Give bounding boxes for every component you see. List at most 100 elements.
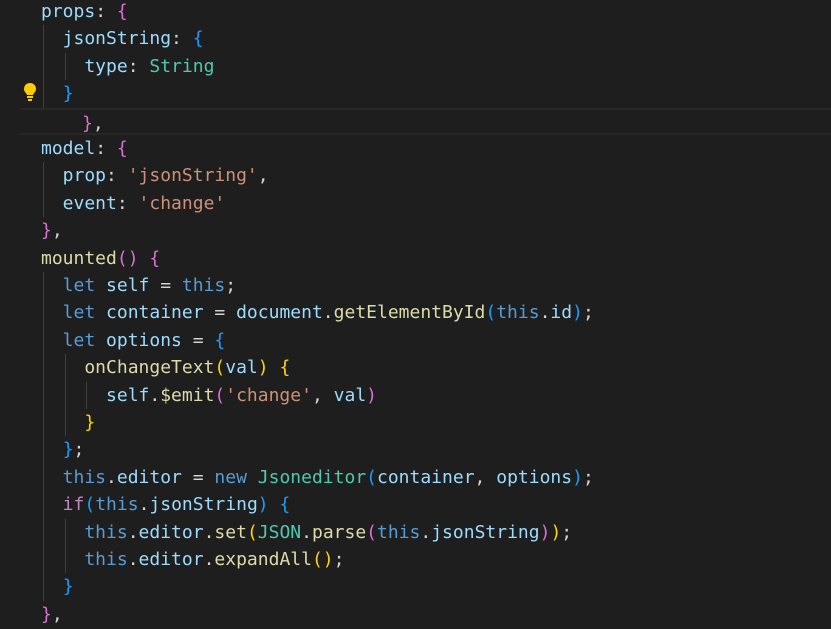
code-token: 'change' [225,384,312,406]
code-token: this [41,549,128,570]
code-token: = [181,466,215,488]
code-token: editor [138,549,204,570]
code-token: { [214,329,226,351]
code-token: ) [572,302,583,324]
code-token: , [92,112,104,134]
code-token: this [377,521,421,543]
code-token: event [41,192,117,214]
code-line[interactable]: } [0,80,831,107]
code-line-text: }, [82,110,104,137]
code-line[interactable]: let container = document.getElementById(… [0,299,831,326]
code-token: , [311,384,334,406]
indent-guide [43,162,44,218]
code-token: model [41,138,96,159]
code-line[interactable]: } [0,573,831,600]
code-token: let [41,275,96,296]
code-line[interactable]: this.editor.expandAll(); [0,546,831,573]
code-line[interactable]: onChangeText(val) { [0,354,831,381]
code-line[interactable]: if(this.jsonString) { [0,491,831,518]
code-line-text: } [41,409,95,436]
code-line[interactable]: model: { [0,135,831,162]
lightbulb-icon[interactable] [22,82,38,102]
code-token: type [41,55,128,77]
code-token: } [62,576,74,598]
code-line-text: } [41,573,74,600]
code-token: Jsoneditor [257,466,367,488]
code-line-text: let container = document.getElementById(… [41,299,594,326]
code-token: () [116,247,139,269]
code-line[interactable]: props: { [0,0,831,25]
code-line[interactable]: mounted() { [0,245,831,272]
code-line[interactable]: }, [20,107,831,137]
code-token: props [41,1,96,22]
code-line-text: props: { [41,0,128,25]
code-token: } [82,112,93,134]
code-line-text: onChangeText(val) { [41,354,290,381]
code-token: expandAll [214,549,312,570]
code-token: id [550,302,573,324]
code-token: let [41,329,96,351]
code-editor[interactable]: props: { jsonString: { type: String }}, m… [0,0,831,629]
indent-guide [64,354,66,437]
code-token: this [41,466,107,488]
code-token: ( [366,521,378,543]
code-token: 'jsonString' [127,165,258,187]
code-token: { [149,247,161,269]
code-token: . [203,549,215,570]
code-token: . [203,521,215,543]
code-token: { [279,494,291,516]
code-token: : [116,192,139,214]
code-token: self [41,384,150,406]
code-line-text: jsonString: { [41,25,204,52]
code-line[interactable]: jsonString: { [0,25,831,52]
code-line[interactable]: this.editor = new Jsoneditor(container, … [0,464,831,491]
code-line[interactable]: } [0,409,831,436]
code-line[interactable]: }, [0,217,831,244]
indent-guide [43,25,44,108]
code-token: options [106,329,182,351]
code-token: , [257,165,269,187]
code-line[interactable]: }, [0,601,831,628]
code-line-text: prop: 'jsonString', [41,162,269,189]
code-token: onChangeText [41,357,215,379]
indent-guide [64,52,66,81]
code-line[interactable]: self.$emit('change', val) [0,382,831,409]
code-token: jsonString [431,521,540,543]
code-token: String [149,55,215,77]
code-token: ) [572,466,583,488]
code-line[interactable]: let options = { [0,327,831,354]
code-token: , [51,220,63,242]
code-line[interactable]: let self = this; [0,272,831,299]
code-line[interactable]: }; [0,436,831,463]
code-token: this [181,275,226,296]
code-line-text: if(this.jsonString) { [41,491,291,518]
code-token: ; [73,439,85,461]
code-token: ; [582,466,594,488]
code-token: } [62,439,74,461]
code-token: : [95,138,117,159]
code-token: . [539,302,551,324]
code-token: self [106,275,150,296]
code-token: ) [366,384,377,406]
code-token: : [127,55,150,77]
code-line-text: let self = this; [41,272,236,299]
code-token: . [420,521,432,543]
code-line-text: type: String [41,53,214,80]
code-line[interactable]: type: String [0,53,831,80]
code-line[interactable]: prop: 'jsonString', [0,162,831,189]
code-token: document [236,302,323,324]
code-token: ( [366,466,377,488]
code-token: jsonString [41,28,172,50]
code-line[interactable]: event: 'change' [0,190,831,217]
code-token: . [127,521,139,543]
code-line[interactable]: this.editor.set(JSON.parse(this.jsonStri… [0,519,831,546]
code-token: : [171,28,193,50]
indent-guide [64,518,66,574]
